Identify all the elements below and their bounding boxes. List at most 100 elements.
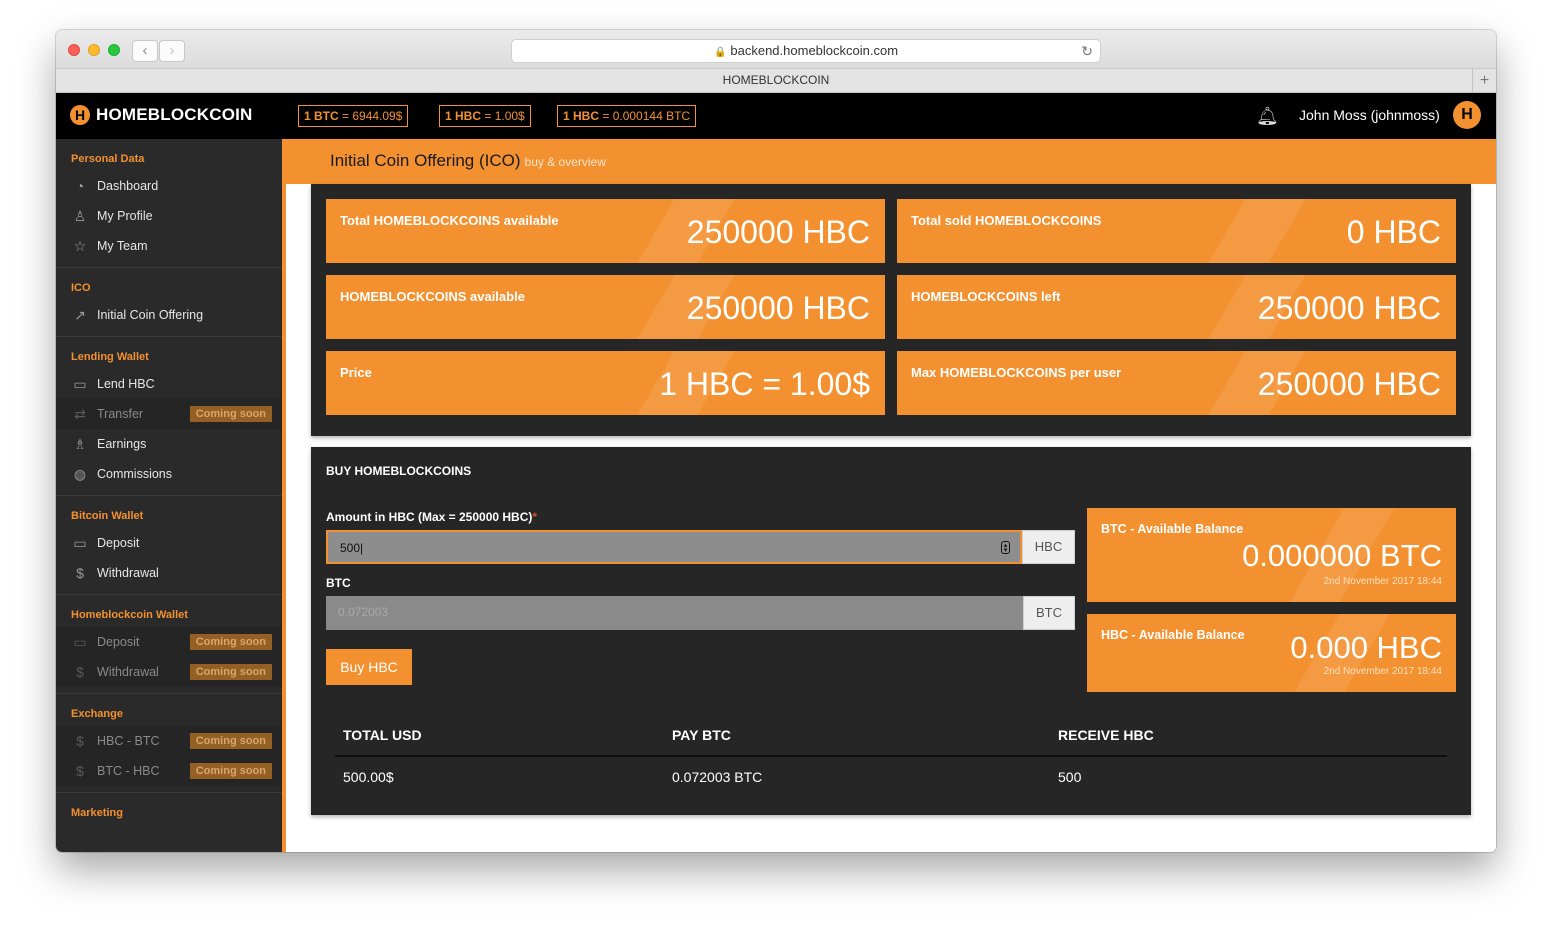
column-header: RECEIVE HBC — [1058, 727, 1154, 743]
sidebar-item-hbc-deposit[interactable]: ▭ Deposit Coming soon — [56, 627, 282, 657]
sidebar-section-title: Marketing — [71, 807, 123, 819]
column-header: PAY BTC — [672, 727, 731, 743]
card-icon: ▭ — [73, 633, 87, 650]
stat-max-per-user: Max HOMEBLOCKCOINS per user 250000 HBC — [897, 351, 1456, 415]
share-icon: ↗ — [74, 306, 86, 323]
sidebar-section-homeblockcoin-wallet: Homeblockcoin Wallet ▭ Deposit Coming soon… — [56, 595, 282, 694]
chevron-left-icon: ‹ — [142, 42, 148, 59]
btc-output-field: 0.072003 — [326, 596, 1023, 630]
btc-label: BTC — [326, 576, 351, 590]
table-row: 500.00$ 0.072003 BTC 500 — [335, 757, 1447, 797]
table-header-row: TOTAL USD PAY BTC RECEIVE HBC — [335, 715, 1447, 757]
btc-unit-addon: BTC — [1023, 596, 1075, 630]
dollar-icon: $ — [76, 763, 84, 779]
sidebar-section-title: Homeblockcoin Wallet — [71, 609, 188, 621]
buy-panel: BUY HOMEBLOCKCOINS Amount in HBC (Max = … — [311, 447, 1471, 815]
page-title: Initial Coin Offering (ICO) buy & overvie… — [330, 151, 606, 170]
btc-balance-card: BTC - Available Balance 0.000000 BTC 2nd… — [1087, 508, 1456, 602]
address-bar[interactable]: 🔒 backend.homeblockcoin.com ↻ — [511, 39, 1101, 63]
logo-icon: H — [70, 105, 90, 125]
stat-available: HOMEBLOCKCOINS available 250000 HBC — [326, 275, 885, 339]
main-content: Initial Coin Offering (ICO) buy & overvie… — [286, 139, 1496, 852]
browser-titlebar: ‹ › 🔒 backend.homeblockcoin.com ↻ — [56, 30, 1496, 69]
sidebar-item-btc-withdrawal[interactable]: $ Withdrawal — [56, 558, 282, 588]
stat-total-sold: Total sold HOMEBLOCKCOINS 0 HBC — [897, 199, 1456, 263]
sidebar-item-my-profile[interactable]: ♙ My Profile — [56, 201, 282, 231]
tab-title[interactable]: HOMEBLOCKCOIN — [723, 73, 830, 87]
dollar-icon: $ — [76, 733, 84, 749]
sidebar-section-ico: ICO ↗ Initial Coin Offering — [56, 268, 282, 337]
hbc-balance-card: HBC - Available Balance 0.000 HBC 2nd No… — [1087, 614, 1456, 692]
globe-icon: ◍ — [73, 465, 87, 482]
bell-icon[interactable]: 🔔︎ — [1256, 106, 1279, 127]
stat-price: Price 1 HBC = 1.00$ — [326, 351, 885, 415]
brand-logo[interactable]: H HOMEBLOCKCOIN — [70, 105, 253, 125]
sidebar-item-btc-hbc[interactable]: $ BTC - HBC Coming soon — [56, 756, 282, 786]
chevron-right-icon: › — [169, 42, 175, 59]
pay-btc-cell: 0.072003 BTC — [672, 769, 763, 785]
coming-soon-badge: Coming soon — [189, 733, 272, 749]
sidebar-section-title: Lending Wallet — [71, 351, 149, 363]
back-button[interactable]: ‹ — [132, 40, 158, 62]
amount-input[interactable]: 500| ▴ ▾ — [326, 530, 1022, 564]
dollar-icon: $ — [76, 565, 84, 581]
user-name[interactable]: John Moss (johnmoss) — [1299, 107, 1440, 123]
sidebar-item-hbc-btc[interactable]: $ HBC - BTC Coming soon — [56, 726, 282, 756]
page-header: Initial Coin Offering (ICO) buy & overvie… — [286, 139, 1496, 184]
sidebar-section-exchange: Exchange $ HBC - BTC Coming soon $ BTC - HB… — [56, 694, 282, 793]
minimize-window-button[interactable] — [88, 44, 100, 56]
zoom-window-button[interactable] — [108, 44, 120, 56]
close-window-button[interactable] — [68, 44, 80, 56]
app-header: H HOMEBLOCKCOIN 1 BTC = 6944.09$ 1 HBC =… — [56, 93, 1496, 139]
sidebar-item-initial-coin-offering[interactable]: ↗ Initial Coin Offering — [56, 300, 282, 330]
sidebar-item-my-team[interactable]: ☆ My Team — [56, 231, 282, 261]
amount-unit-addon: HBC — [1022, 530, 1075, 564]
sidebar-item-lend-hbc[interactable]: ▭ Lend HBC — [56, 369, 282, 399]
coming-soon-badge: Coming soon — [189, 763, 272, 779]
number-stepper-icon[interactable]: ▴ ▾ — [1001, 541, 1010, 554]
sidebar-section-title: Bitcoin Wallet — [71, 510, 144, 522]
sidebar: Personal Data ◔ Dashboard ♙ My Profile ☆ My… — [56, 139, 282, 852]
rate-hbc-btc: 1 HBC = 0.000144 BTC — [557, 105, 697, 127]
sidebar-item-commissions[interactable]: ◍ Commissions — [56, 459, 282, 489]
column-header: TOTAL USD — [343, 727, 422, 743]
sidebar-item-transfer[interactable]: ⇄ Transfer Coming soon — [56, 399, 282, 429]
star-icon: ☆ — [73, 237, 87, 254]
new-tab-button[interactable]: + — [1472, 69, 1496, 92]
sidebar-item-earnings[interactable]: ♗ Earnings — [56, 429, 282, 459]
coming-soon-badge: Coming soon — [189, 406, 272, 422]
buy-panel-title: BUY HOMEBLOCKCOINS — [326, 464, 472, 478]
reload-icon[interactable]: ↻ — [1081, 40, 1093, 62]
url-text: backend.homeblockcoin.com — [730, 43, 899, 58]
brand-name: HOMEBLOCKCOIN — [96, 105, 253, 124]
rate-hbc-usd: 1 HBC = 1.00$ — [439, 105, 531, 127]
sidebar-section-lending-wallet: Lending Wallet ▭ Lend HBC ⇄ Transfer Coming… — [56, 337, 282, 496]
sidebar-section-title: Personal Data — [71, 153, 145, 165]
stat-total-available: Total HOMEBLOCKCOINS available 250000 HBC — [326, 199, 885, 263]
sidebar-item-btc-deposit[interactable]: ▭ Deposit — [56, 528, 282, 558]
stat-left: HOMEBLOCKCOINS left 250000 HBC — [897, 275, 1456, 339]
amount-label: Amount in HBC (Max = 250000 HBC)* — [326, 510, 538, 524]
rocket-icon: ♗ — [73, 435, 87, 452]
lock-icon: 🔒 — [713, 47, 727, 58]
rate-btc-usd: 1 BTC = 6944.09$ — [298, 105, 409, 127]
sidebar-section-title: ICO — [71, 282, 91, 294]
coming-soon-badge: Coming soon — [189, 634, 272, 650]
sidebar-section-personal-data: Personal Data ◔ Dashboard ♙ My Profile ☆ My… — [56, 139, 282, 268]
buy-hbc-button[interactable]: Buy HBC — [326, 649, 412, 685]
card-icon: ▭ — [73, 375, 87, 392]
tab-bar: HOMEBLOCKCOIN + — [56, 69, 1496, 93]
sidebar-item-dashboard[interactable]: ◔ Dashboard — [56, 171, 282, 201]
ico-stats-panel: Total HOMEBLOCKCOINS available 250000 HBC… — [311, 184, 1471, 436]
order-summary-table: TOTAL USD PAY BTC RECEIVE HBC 500.00$ 0.… — [335, 715, 1447, 797]
forward-button[interactable]: › — [159, 40, 185, 62]
transfer-icon: ⇄ — [74, 405, 86, 422]
avatar[interactable]: H — [1453, 101, 1481, 129]
dashboard-icon: ◔ — [75, 178, 85, 194]
sidebar-section-title: Exchange — [71, 708, 123, 720]
dollar-icon: $ — [76, 664, 84, 680]
sidebar-section-bitcoin-wallet: Bitcoin Wallet ▭ Deposit $ Withdrawal — [56, 496, 282, 595]
sidebar-item-hbc-withdrawal[interactable]: $ Withdrawal Coming soon — [56, 657, 282, 687]
total-usd-cell: 500.00$ — [343, 769, 394, 785]
sidebar-section-marketing: Marketing — [56, 793, 282, 825]
